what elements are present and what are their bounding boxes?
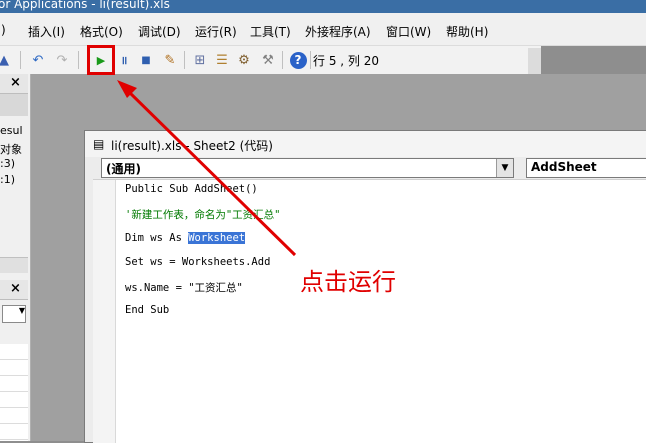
annotation-arrow [117, 80, 297, 257]
arrow-shaft [123, 86, 297, 257]
annotation-label: 点击运行 [300, 268, 396, 296]
